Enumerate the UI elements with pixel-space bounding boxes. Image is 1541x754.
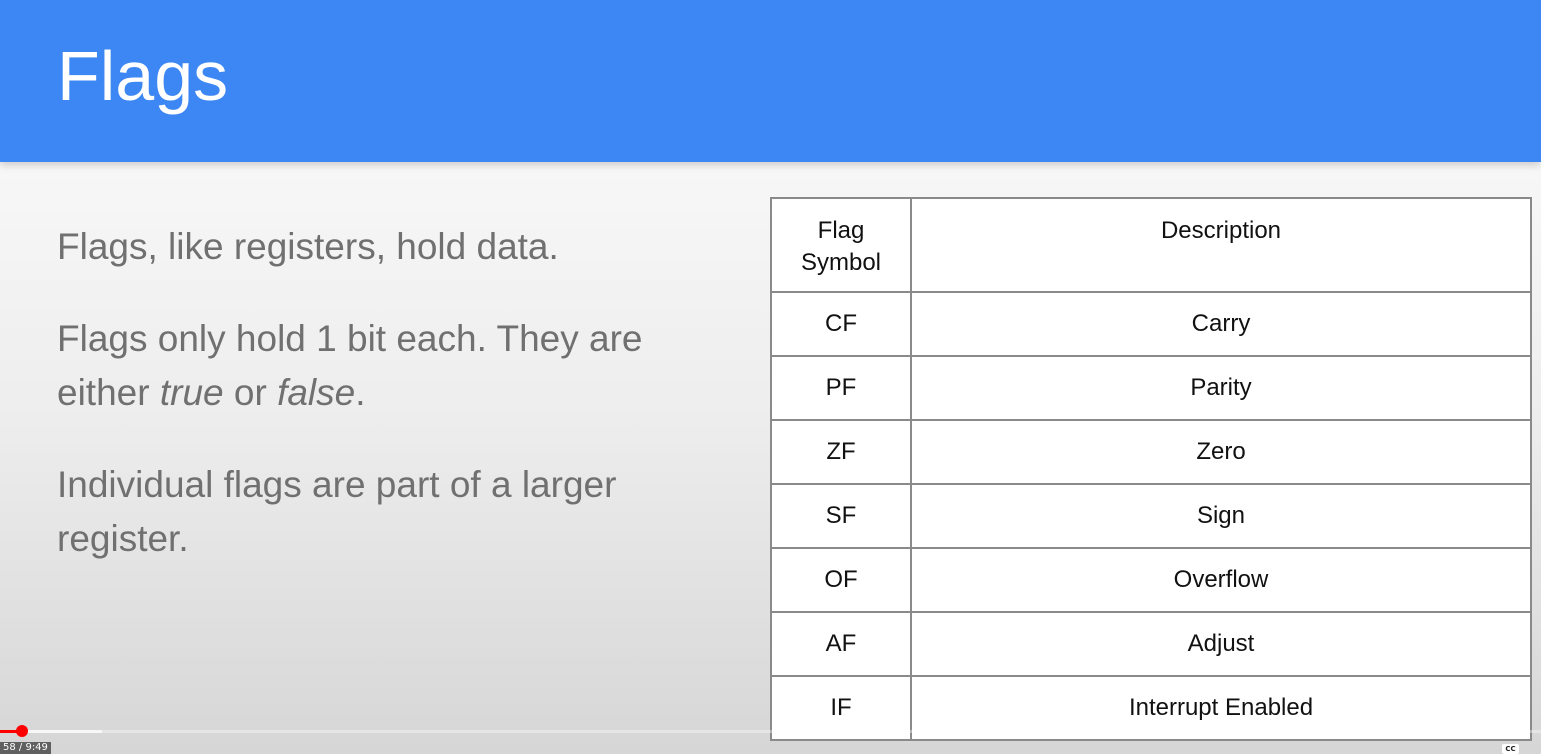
flag-symbol-cell: CF bbox=[770, 291, 912, 357]
slide-header: Flags bbox=[0, 0, 1541, 162]
flag-description-cell: Parity bbox=[910, 355, 1532, 421]
paragraph-2-false: false bbox=[277, 372, 356, 413]
header-flag-symbol-line1: Flag bbox=[817, 217, 865, 244]
flag-symbol-cell: SF bbox=[770, 483, 912, 549]
paragraph-2-text-b: or bbox=[223, 372, 278, 413]
flag-symbol-cell: AF bbox=[770, 611, 912, 677]
flag-symbol-cell: OF bbox=[770, 547, 912, 613]
header-flag-symbol-line2: Symbol bbox=[800, 249, 882, 276]
flag-description-cell: Overflow bbox=[910, 547, 1532, 613]
scrubber-handle[interactable] bbox=[16, 725, 28, 737]
video-progress-bar[interactable] bbox=[0, 730, 1541, 733]
table-row: PF Parity bbox=[770, 355, 1532, 421]
flag-description-cell: Sign bbox=[910, 483, 1532, 549]
table-row: OF Overflow bbox=[770, 547, 1532, 613]
slide-title: Flags bbox=[57, 37, 229, 115]
flag-description-cell: Zero bbox=[910, 419, 1532, 485]
paragraph-2-true: true bbox=[159, 372, 224, 413]
table-row: AF Adjust bbox=[770, 611, 1532, 677]
video-slide[interactable]: Flags Flags, like registers, hold data. … bbox=[0, 0, 1541, 754]
paragraph-2: Flags only hold 1 bit each. They are eit… bbox=[57, 312, 717, 420]
table-header-row: Flag Symbol Description bbox=[770, 197, 1532, 293]
table-row: ZF Zero bbox=[770, 419, 1532, 485]
paragraph-3: Individual flags are part of a larger re… bbox=[57, 464, 617, 559]
header-flag-symbol: Flag Symbol bbox=[770, 197, 912, 293]
table-row: SF Sign bbox=[770, 483, 1532, 549]
table-row: CF Carry bbox=[770, 291, 1532, 357]
flag-symbol-cell: ZF bbox=[770, 419, 912, 485]
flag-symbol-cell: PF bbox=[770, 355, 912, 421]
slide-body-text: Flags, like registers, hold data. Flags … bbox=[57, 220, 717, 604]
flag-description-cell: Adjust bbox=[910, 611, 1532, 677]
paragraph-2-text-c: . bbox=[355, 372, 366, 413]
paragraph-1: Flags, like registers, hold data. bbox=[57, 226, 559, 267]
flags-table: Flag Symbol Description CF Carry PF Parit… bbox=[770, 197, 1532, 741]
time-display: 58 / 9:49 bbox=[0, 742, 51, 754]
closed-captions-icon[interactable]: CC bbox=[1502, 744, 1519, 754]
header-description: Description bbox=[910, 197, 1532, 293]
flag-description-cell: Carry bbox=[910, 291, 1532, 357]
